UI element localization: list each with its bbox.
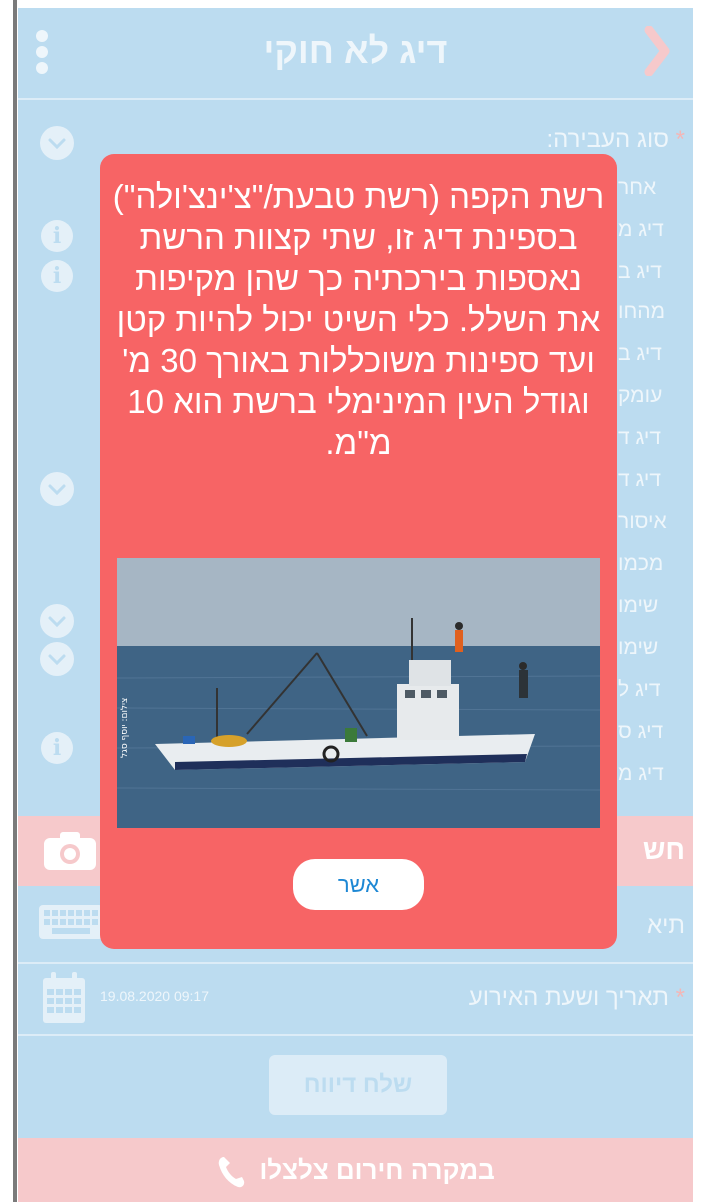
photo-label: חש [642, 834, 685, 865]
left-frame [0, 0, 18, 1202]
phone-icon [218, 1157, 245, 1188]
calendar-icon[interactable] [42, 972, 86, 1024]
app-header: דיג לא חוקי [18, 8, 693, 100]
info-icon[interactable]: i [41, 220, 73, 252]
chevron-down-icon[interactable] [40, 642, 74, 676]
camera-icon[interactable] [42, 830, 98, 872]
option-item[interactable]: מהחו [618, 300, 665, 324]
option-item[interactable]: דיג ס [618, 720, 663, 744]
option-item[interactable]: עומק [618, 384, 662, 408]
info-modal: רשת הקפה (רשת טבעת/"צ'ינצ'ולה") בספינת ד… [100, 154, 617, 949]
option-item[interactable]: דיג ד [618, 468, 661, 492]
svg-text:צילום: יוסף סגל: צילום: יוסף סגל [120, 698, 130, 758]
option-item[interactable]: דיג מ [618, 218, 664, 242]
keyboard-icon[interactable] [38, 904, 104, 940]
option-item[interactable]: שימו [618, 594, 658, 618]
chevron-down-icon[interactable] [40, 126, 74, 160]
right-frame [693, 0, 705, 1202]
emergency-call-bar[interactable]: במקרה חירום צלצלו [18, 1138, 693, 1202]
date-row[interactable]: 19.08.2020 09:17 * תאריך ושעת האירוע [18, 964, 693, 1036]
option-item[interactable]: איסור [618, 510, 667, 534]
fishing-boat-photo: צילום: יוסף סגל [117, 558, 600, 828]
option-item[interactable]: שימו [618, 636, 658, 660]
info-icon[interactable]: i [41, 732, 73, 764]
date-value: 19.08.2020 09:17 [100, 988, 209, 1004]
option-item[interactable]: דיג ב [618, 342, 662, 366]
offense-type-label: * סוג העבירה: [546, 126, 685, 153]
option-item[interactable]: דיג ב [618, 260, 662, 284]
option-item[interactable]: דיג מ [618, 762, 664, 786]
info-icon[interactable]: i [41, 260, 73, 292]
back-chevron-icon[interactable] [641, 26, 671, 76]
option-item[interactable]: מכמו [618, 552, 663, 576]
confirm-button[interactable]: אשר [293, 859, 424, 910]
option-item[interactable]: אחר [618, 176, 656, 200]
page-title: דיג לא חוקי [263, 30, 448, 71]
send-report-button[interactable]: שלח דיווח [269, 1055, 447, 1115]
chevron-down-icon[interactable] [40, 604, 74, 638]
modal-text: רשת הקפה (רשת טבעת/"צ'ינצ'ולה") בספינת ד… [112, 178, 605, 461]
option-item[interactable]: דיג ל [618, 678, 661, 702]
description-label: תיא [647, 912, 685, 939]
date-label: * תאריך ושעת האירוע [468, 984, 685, 1011]
emergency-label: במקרה חירום צלצלו [259, 1155, 495, 1185]
chevron-down-icon[interactable] [40, 472, 74, 506]
option-item[interactable]: דיג ד [618, 426, 661, 450]
